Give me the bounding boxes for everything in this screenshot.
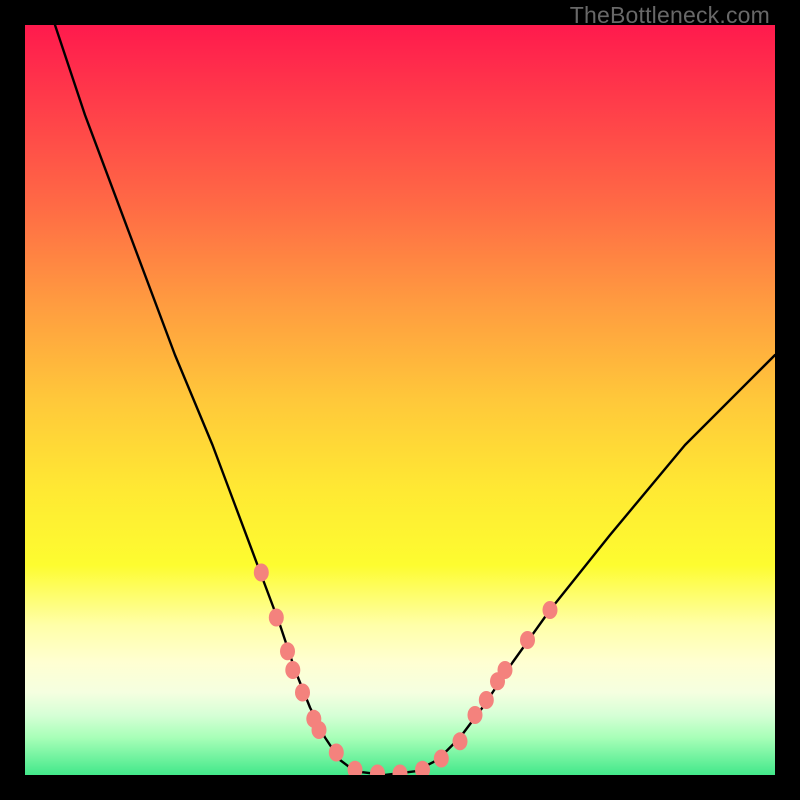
watermark-label: TheBottleneck.com xyxy=(570,2,770,29)
highlight-dots xyxy=(254,564,558,776)
chart-frame: TheBottleneck.com xyxy=(0,0,800,800)
bottleneck-curve xyxy=(55,25,775,775)
chart-plot-area xyxy=(25,25,775,775)
chart-svg xyxy=(25,25,775,775)
